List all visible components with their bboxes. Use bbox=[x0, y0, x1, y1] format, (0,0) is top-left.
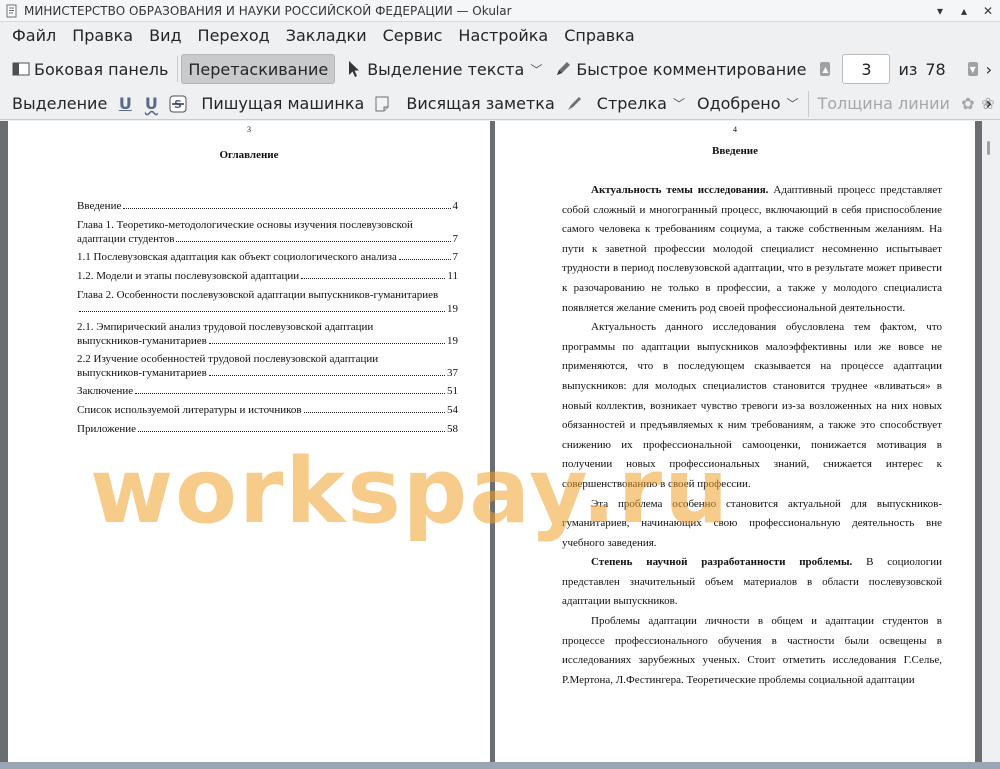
close-button[interactable]: ✕ bbox=[976, 0, 1000, 22]
document-view[interactable]: 3 Оглавление Введение 4 Глава 1. Теоретик… bbox=[0, 121, 1000, 762]
sidebar-icon bbox=[12, 60, 30, 78]
title-bar: МИНИСТЕРСТВО ОБРАЗОВАНИЯ И НАУКИ РОССИЙС… bbox=[0, 0, 1000, 22]
drag-mode-label: Перетаскивание bbox=[188, 59, 329, 79]
toc-entry: Глава 1. Теоретико-методологические осно… bbox=[77, 219, 458, 245]
popup-note-label: Висящая заметка bbox=[406, 94, 555, 113]
chevron-down-icon[interactable]: ﹀ bbox=[787, 95, 799, 112]
page-title: Введение bbox=[711, 145, 759, 157]
toolbar-separator bbox=[807, 90, 809, 117]
paragraph: Эта проблема особенно становится актуаль… bbox=[562, 497, 942, 549]
squiggle-underline-icon[interactable]: U bbox=[143, 94, 159, 113]
page-number: 4 bbox=[733, 125, 737, 134]
arrow-tool-label: Стрелка bbox=[596, 94, 667, 113]
paragraph: Проблемы адаптации личности в общем и ад… bbox=[562, 615, 942, 686]
quick-comment-label: Быстрое комментирование bbox=[576, 59, 807, 79]
toc-entry: Заключение 51 bbox=[77, 385, 458, 397]
document-page-right: 4 Введение Актуальность темы исследовани… bbox=[495, 121, 975, 762]
stamp-label: Одобрено bbox=[696, 94, 781, 113]
menu-bar: Файл Правка Вид Переход Закладки Сервис … bbox=[0, 22, 1000, 50]
cursor-icon bbox=[345, 60, 363, 78]
typewriter-label: Пишущая машинка bbox=[201, 94, 365, 113]
document-page-left: 3 Оглавление Введение 4 Глава 1. Теоретик… bbox=[8, 121, 490, 762]
document-body-text: Актуальность темы исследования. Адаптивн… bbox=[562, 181, 942, 690]
line-width-button[interactable]: Толщина линии bbox=[811, 89, 956, 119]
menu-help[interactable]: Справка bbox=[556, 22, 643, 50]
current-page-input[interactable]: 3 bbox=[842, 54, 891, 84]
menu-view[interactable]: Вид bbox=[141, 22, 189, 50]
vertical-scrollbar[interactable] bbox=[982, 121, 1000, 762]
page-number: 3 bbox=[247, 125, 251, 134]
okular-app-icon bbox=[5, 4, 19, 18]
highlight-label: Выделение bbox=[12, 94, 108, 113]
color-palette-icon[interactable]: ✿ bbox=[960, 94, 976, 113]
bottom-edge bbox=[0, 762, 1000, 769]
pen-icon bbox=[554, 60, 572, 78]
toc-entry: 1.2. Модели и этапы послевузовской адапт… bbox=[77, 270, 458, 282]
popup-note-button[interactable]: Висящая заметка bbox=[400, 89, 560, 119]
toolbar-overflow-icon[interactable]: › bbox=[986, 60, 992, 79]
menu-go[interactable]: Переход bbox=[190, 22, 278, 50]
text-select-button[interactable]: Выделение текста ﹀ bbox=[339, 54, 548, 84]
toc-entry: Список используемой литературы и источни… bbox=[77, 404, 458, 416]
minimize-button[interactable]: ▾ bbox=[928, 0, 952, 22]
toc-entry: 2.2 Изучение особенностей трудовой после… bbox=[77, 353, 458, 379]
total-pages: 78 bbox=[925, 59, 946, 79]
menu-edit[interactable]: Правка bbox=[64, 22, 141, 50]
arrow-tool-button[interactable]: Стрелка ﹀ bbox=[591, 89, 691, 119]
paragraph: Актуальность данного исследования обусло… bbox=[562, 321, 942, 490]
quick-comment-button[interactable]: Быстрое комментирование bbox=[548, 54, 812, 84]
toc-entry: Введение 4 bbox=[77, 200, 458, 212]
of-label: из bbox=[898, 59, 918, 79]
stamp-button[interactable]: Одобрено ﹀ bbox=[691, 89, 805, 119]
annotation-toolbar: Выделение U U S Пишущая машинка Висящая … bbox=[0, 88, 1000, 120]
menu-tools[interactable]: Сервис bbox=[375, 22, 451, 50]
menu-settings[interactable]: Настройка bbox=[450, 22, 556, 50]
main-toolbar: Боковая панель Перетаскивание Выделение … bbox=[0, 50, 1000, 88]
toolbar-separator bbox=[177, 56, 179, 82]
line-width-label: Толщина линии bbox=[817, 94, 950, 113]
scrollbar-thumb[interactable] bbox=[987, 141, 990, 155]
paragraph: Степень научной разработанности проблемы… bbox=[562, 556, 942, 608]
chevron-down-icon[interactable]: ﹀ bbox=[530, 61, 542, 78]
drag-mode-button[interactable]: Перетаскивание bbox=[181, 54, 336, 84]
menu-file[interactable]: Файл bbox=[4, 22, 64, 50]
strikeout-icon[interactable]: S bbox=[169, 95, 187, 113]
previous-page-icon[interactable]: ▲ bbox=[820, 62, 831, 76]
brush-icon[interactable] bbox=[565, 95, 583, 113]
sidebar-button[interactable]: Боковая панель bbox=[6, 54, 174, 84]
highlight-button[interactable]: Выделение bbox=[6, 89, 113, 119]
underline-icon[interactable]: U bbox=[117, 94, 133, 113]
toc-entry: Приложение 58 bbox=[77, 423, 458, 435]
toolbar-overflow-icon[interactable]: › bbox=[986, 94, 992, 113]
chevron-down-icon[interactable]: ﹀ bbox=[673, 95, 685, 112]
toc-entry: 1.1 Послевузовская адаптация как объект … bbox=[77, 251, 458, 263]
sidebar-label: Боковая панель bbox=[34, 59, 169, 79]
toc-entry: Глава 2. Особенности послевузовской адап… bbox=[77, 289, 458, 315]
sticky-note-icon[interactable] bbox=[374, 95, 390, 113]
paragraph: Актуальность темы исследования. Адаптивн… bbox=[562, 184, 943, 314]
maximize-button[interactable]: ▴ bbox=[952, 0, 976, 22]
next-page-icon[interactable]: ▼ bbox=[967, 62, 978, 76]
toc-entry: 2.1. Эмпирический анализ трудовой послев… bbox=[77, 321, 458, 347]
menu-bookmarks[interactable]: Закладки bbox=[278, 22, 375, 50]
window-title: МИНИСТЕРСТВО ОБРАЗОВАНИЯ И НАУКИ РОССИЙС… bbox=[24, 3, 512, 18]
text-select-label: Выделение текста bbox=[367, 59, 525, 79]
page-title: Оглавление bbox=[219, 149, 279, 161]
typewriter-button[interactable]: Пишущая машинка bbox=[195, 89, 370, 119]
